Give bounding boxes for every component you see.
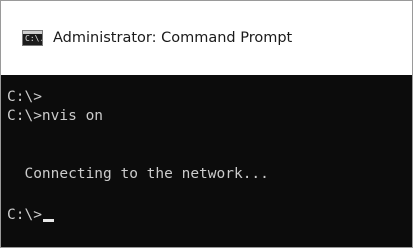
console-line: C:\>: [7, 89, 42, 105]
console-line: C:\>nvis on: [7, 108, 104, 124]
cmd-icon-glyph: C:\.: [25, 34, 43, 43]
text-cursor: [42, 219, 54, 222]
console-output-area[interactable]: C:\> C:\>nvis on Connecting to the netwo…: [1, 75, 412, 247]
command-prompt-window: C:\. Administrator: Command Prompt C:\> …: [0, 0, 413, 248]
window-title: Administrator: Command Prompt: [53, 30, 293, 46]
title-bar[interactable]: C:\. Administrator: Command Prompt: [1, 1, 412, 75]
prompt-text: C:\>: [7, 207, 42, 223]
console-line: Connecting to the network...: [7, 166, 269, 182]
cmd-app-icon[interactable]: C:\.: [22, 30, 43, 46]
command-prompt-line[interactable]: C:\>: [7, 205, 54, 225]
